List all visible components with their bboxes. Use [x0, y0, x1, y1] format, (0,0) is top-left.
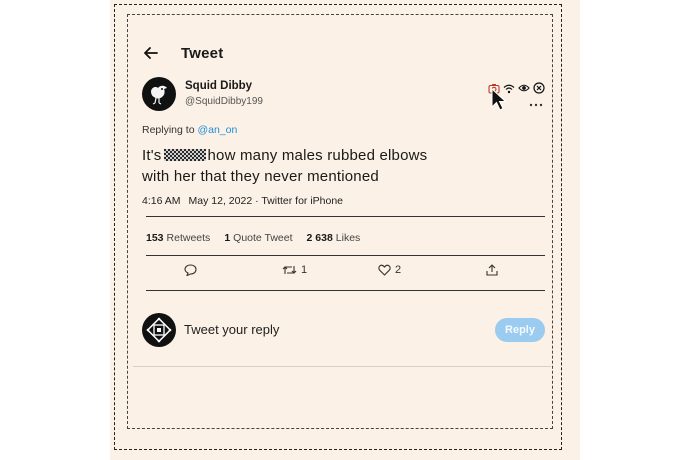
comment-icon [184, 264, 197, 276]
divider [146, 290, 545, 291]
heart-icon [378, 264, 391, 276]
reply-input[interactable] [184, 322, 464, 337]
reply-action-button[interactable] [184, 264, 197, 276]
divider [133, 366, 551, 367]
quotes-stat[interactable]: 1 Quote Tweet [224, 232, 292, 244]
like-action-button[interactable]: 2 [378, 264, 401, 276]
tweet-text-line2: with her that they never mentioned [142, 168, 379, 185]
tweet-text-line1-end: how many males rubbed elbows [207, 147, 428, 164]
likes-count: 2 638 [306, 232, 333, 244]
divider [146, 216, 545, 217]
reply-button[interactable]: Reply [495, 318, 545, 342]
tweet-meta: 4:16 AM May 12, 2022 · Twitter for iPhone [142, 195, 343, 207]
retweets-count: 153 [146, 232, 164, 244]
tweet-text-line1-start: It's [142, 147, 162, 164]
arrow-left-icon [144, 47, 158, 59]
tweet-date[interactable]: May 12, 2022 [189, 195, 253, 207]
tweet-actions: 1 2 [146, 262, 545, 282]
retweets-label: Retweets [166, 232, 211, 244]
page-title: Tweet [181, 45, 224, 62]
quotes-count: 1 [224, 232, 231, 244]
author-handle[interactable]: @SquidDibby199 [185, 96, 263, 107]
pattern-avatar-icon [146, 317, 172, 343]
share-action-button[interactable] [486, 264, 498, 276]
mention-link[interactable]: @an_on [197, 124, 237, 136]
likes-stat[interactable]: 2 638 Likes [307, 232, 361, 244]
tweet-text: It's how many males rubbed elbows with he… [142, 145, 512, 187]
share-icon [486, 264, 498, 276]
retweet-icon [282, 266, 297, 274]
mouse-cursor-icon [491, 88, 507, 111]
close-circle-icon[interactable] [533, 82, 545, 94]
redacted-block [163, 149, 206, 161]
user-avatar[interactable] [142, 313, 176, 347]
retweet-action-button[interactable]: 1 [282, 264, 307, 276]
like-action-count: 2 [395, 264, 402, 276]
author-name[interactable]: Squid Dibby [185, 80, 252, 92]
tweet-time[interactable]: 4:16 AM [142, 195, 181, 207]
bird-logo-icon [151, 85, 167, 105]
retweet-action-count: 1 [301, 264, 308, 276]
tweet-stats: 153 Retweets 1 Quote Tweet 2 638 Likes [146, 232, 360, 244]
author-avatar[interactable] [142, 77, 176, 111]
divider [146, 255, 545, 256]
replying-to-label: Replying to [142, 124, 195, 136]
more-options-icon[interactable] [528, 100, 544, 110]
quotes-label: Quote Tweet [233, 232, 293, 244]
eye-icon [518, 82, 530, 94]
replying-to: Replying to @an_on [142, 124, 237, 136]
retweets-stat[interactable]: 153 Retweets [146, 232, 210, 244]
back-button[interactable] [142, 44, 160, 62]
likes-label: Likes [335, 232, 361, 244]
tweet-source: · Twitter for iPhone [255, 195, 344, 207]
